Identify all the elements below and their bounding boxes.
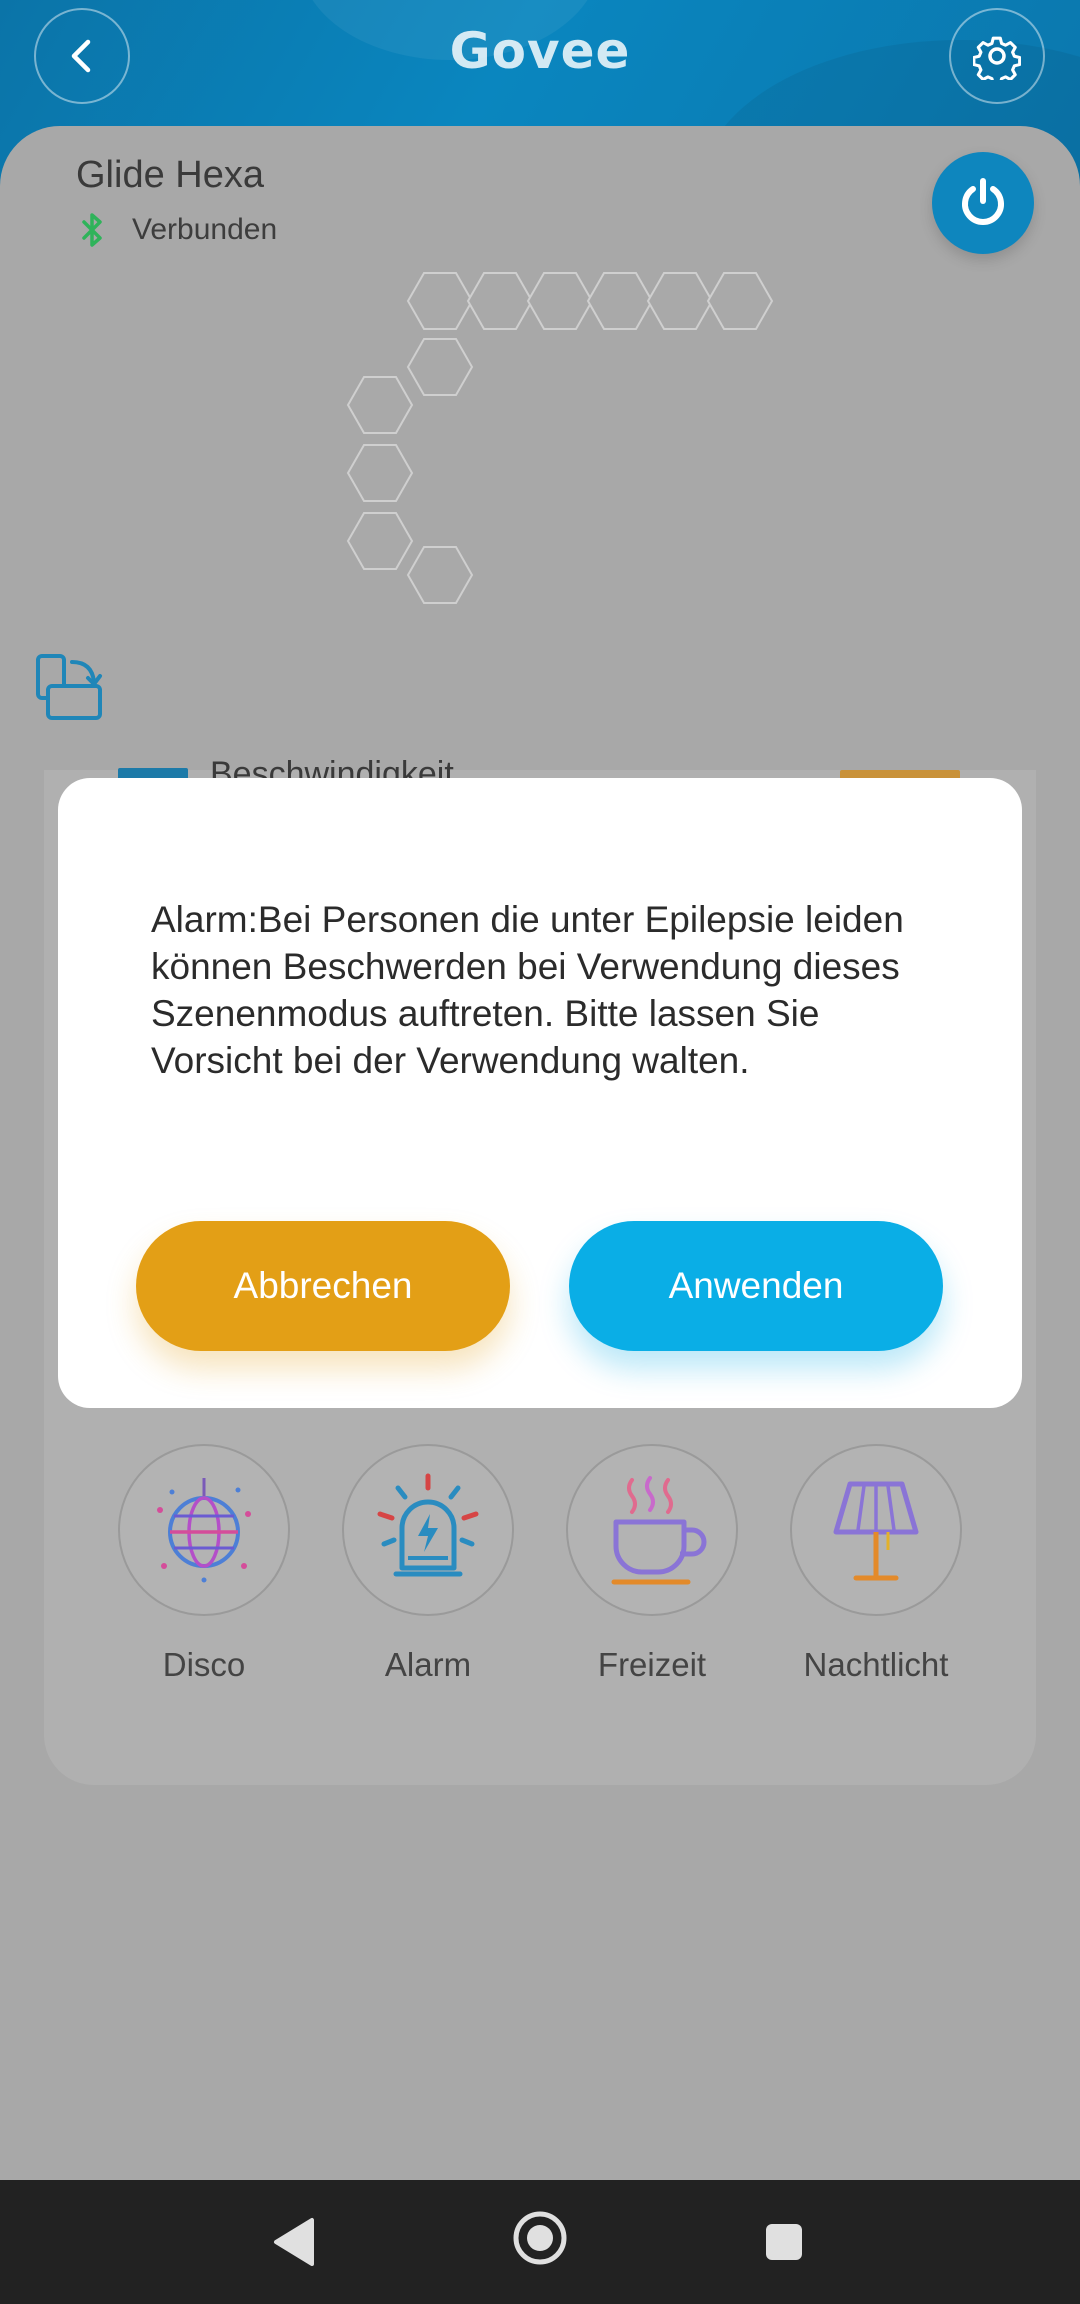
hex-panel[interactable] — [706, 272, 774, 330]
cancel-button[interactable]: Abbrechen — [136, 1221, 510, 1351]
hex-panel[interactable] — [346, 444, 414, 502]
scene-list: Disco Alarm Freizeit Nachtlicht — [116, 1444, 964, 1684]
gear-icon — [973, 36, 1021, 80]
hex-panel[interactable] — [526, 272, 594, 330]
scene-label: Nachtlicht — [803, 1646, 949, 1683]
lamp-icon — [833, 1481, 919, 1581]
hex-panel[interactable] — [346, 512, 414, 570]
system-navigation-bar — [0, 2180, 1080, 2304]
hex-panel[interactable] — [586, 272, 654, 330]
scene-button[interactable] — [118, 1444, 290, 1616]
epilepsy-warning-dialog: Alarm:Bei Personen die unter Epilepsie l… — [58, 778, 1022, 1408]
scene-button[interactable] — [566, 1444, 738, 1616]
coffee-cup-icon — [611, 1476, 707, 1585]
hex-panel[interactable] — [466, 272, 534, 330]
scene-label: Freizeit — [597, 1646, 707, 1683]
dialog-message: Alarm:Bei Personen die unter Epilepsie l… — [151, 899, 904, 1081]
hexagon-layout-map[interactable] — [340, 265, 800, 665]
power-icon — [962, 178, 1004, 225]
scene-item-nachtlicht[interactable]: Nachtlicht — [788, 1444, 964, 1684]
hex-panel[interactable] — [646, 272, 714, 330]
rotate-layout-icon[interactable] — [32, 652, 104, 724]
bluetooth-icon — [82, 213, 102, 247]
scene-item-disco[interactable]: Disco — [116, 1444, 292, 1684]
power-button[interactable] — [932, 152, 1034, 254]
govee-logo: Govee — [449, 22, 631, 80]
scene-label: Disco — [162, 1646, 246, 1683]
hex-panel[interactable] — [406, 338, 474, 396]
connection-status: Verbunden — [78, 212, 277, 248]
hex-panel[interactable] — [406, 272, 474, 330]
scene-button[interactable] — [342, 1444, 514, 1616]
scene-button[interactable] — [790, 1444, 962, 1616]
apply-button[interactable]: Anwenden — [569, 1221, 943, 1351]
hex-panel[interactable] — [346, 376, 414, 434]
alarm-siren-icon — [377, 1473, 479, 1577]
hex-panel[interactable] — [406, 546, 474, 604]
device-name: Glide Hexa — [76, 154, 264, 196]
scene-item-alarm[interactable]: Alarm — [340, 1444, 516, 1684]
nav-back-icon[interactable] — [272, 2216, 316, 2268]
settings-button[interactable] — [949, 8, 1045, 104]
speed-label: Beschwindigkeit — [210, 755, 454, 779]
disco-ball-icon — [157, 1478, 251, 1583]
scene-item-freizeit[interactable]: Freizeit — [564, 1444, 740, 1684]
nav-home-icon[interactable] — [512, 2210, 568, 2266]
nav-recents-icon[interactable] — [764, 2222, 804, 2262]
connection-status-label: Verbunden — [132, 213, 278, 246]
scene-label: Alarm — [384, 1646, 472, 1683]
